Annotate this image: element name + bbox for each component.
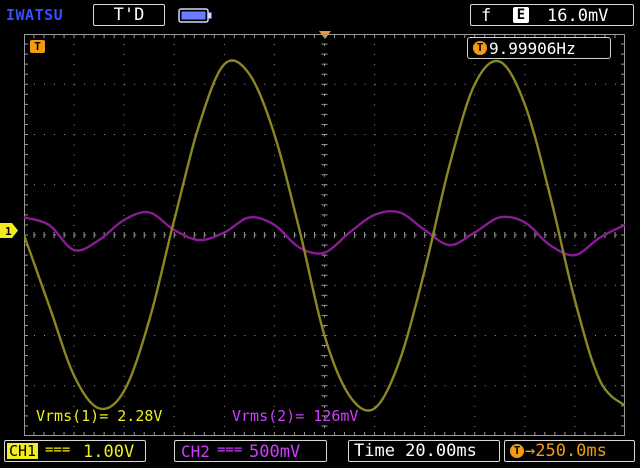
ch2-scale: 500mV [249,442,301,462]
frequency-value: 9.99906Hz [489,39,576,58]
trigger-delay-setting[interactable]: T →250.0ms [504,440,635,462]
top-status-bar: IWATSU T'D f E 16.0mV [0,0,640,30]
ch2-coupling-icon: === [217,442,243,458]
battery-icon [178,8,212,23]
trigger-source-badge: E [513,7,529,23]
delay-value: →250.0ms [525,441,607,461]
ch2-settings[interactable]: CH2 === 500mV [174,440,327,462]
trigger-level: 16.0mV [547,6,609,26]
trigger-settings[interactable]: f E 16.0mV [470,4,634,26]
ch1-marker-label: 1 [5,225,12,238]
ch1-ground-marker[interactable]: 1 [0,223,18,238]
waveform-display [24,34,625,436]
delay-badge: T [510,444,524,458]
bottom-status-bar: CH1 === 1.00V CH2 === 500mV Time 20.00ms… [0,438,640,468]
brand-logo: IWATSU [6,6,64,24]
ch2-label: CH2 [181,442,210,461]
run-status: T'D [93,4,165,26]
timebase-setting[interactable]: Time 20.00ms [348,440,500,462]
ch2-vrms-measurement: Vrms(2)= 126mV [232,407,359,425]
trigger-edge-icon: f [481,6,492,26]
ch1-label: CH1 [7,442,39,460]
trigger-position-flag: T [30,40,45,53]
ch1-scale: 1.00V [83,442,135,462]
ch1-settings[interactable]: CH1 === 1.00V [4,440,146,462]
frequency-badge: T [473,41,487,55]
frequency-readout: T 9.99906Hz [467,37,611,59]
ch1-coupling-icon: === [45,442,71,458]
graticule [24,34,625,436]
ch1-vrms-measurement: Vrms(1)= 2.28V [36,407,163,425]
